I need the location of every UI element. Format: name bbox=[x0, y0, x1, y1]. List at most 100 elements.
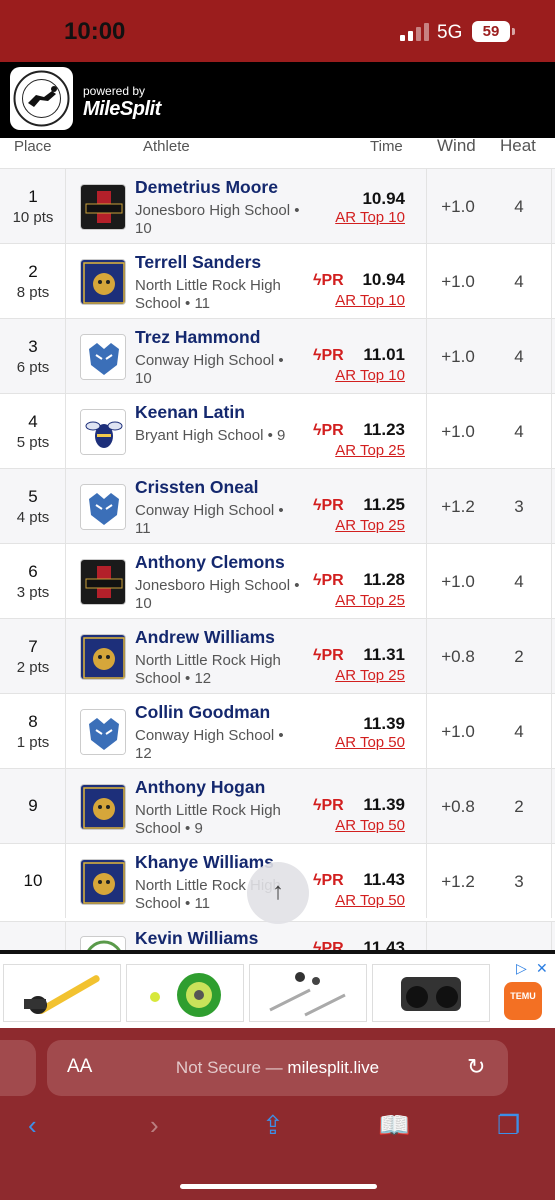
pr-badge: ϟPR bbox=[313, 272, 344, 289]
bookmarks-icon[interactable]: 📖 bbox=[378, 1110, 410, 1141]
athlete-name-link[interactable]: Keenan Latin bbox=[135, 402, 245, 423]
rank-link[interactable]: AR Top 10 bbox=[335, 367, 405, 384]
arrow-up-icon: ↑ bbox=[272, 878, 284, 905]
athlete-name-link[interactable]: Kevin Williams bbox=[135, 928, 258, 949]
temu-logo[interactable]: TEMU bbox=[504, 982, 542, 1020]
ad-close-icon[interactable]: ✕ bbox=[536, 960, 548, 977]
wind-heat-cell bbox=[426, 922, 552, 950]
previous-tab-preview[interactable] bbox=[0, 1040, 36, 1096]
wind-heat-cell: +1.0 4 bbox=[426, 169, 552, 243]
ad-product-yoyo[interactable] bbox=[126, 964, 244, 1022]
conway-logo[interactable] bbox=[80, 709, 126, 755]
table-row[interactable]: 1 10 pts Demetrius Moore Jonesboro High … bbox=[0, 168, 555, 243]
place-cell: 6 3 pts bbox=[0, 544, 66, 618]
place-number: 10 bbox=[23, 871, 43, 890]
table-row-partial[interactable]: Kevin Williams ϟPR 11.43 bbox=[0, 921, 555, 950]
address-bar[interactable]: AA Not Secure — milesplit.live ↻ bbox=[47, 1040, 508, 1096]
pr-badge: ϟPR bbox=[313, 497, 344, 514]
conway-logo[interactable] bbox=[80, 484, 126, 530]
pr-badge: ϟPR bbox=[313, 797, 344, 814]
ad-choices-icon[interactable]: ▷ bbox=[516, 960, 527, 977]
rank-link[interactable]: AR Top 10 bbox=[335, 292, 405, 309]
share-icon[interactable]: ⇪ bbox=[262, 1110, 284, 1141]
table-row[interactable]: 5 4 pts Crissten Oneal Conway High Schoo… bbox=[0, 468, 555, 543]
pr-badge: ϟPR bbox=[313, 647, 344, 664]
athlete-name-link[interactable]: Crissten Oneal bbox=[135, 477, 259, 498]
rank-link[interactable]: AR Top 25 bbox=[335, 517, 405, 534]
athlete-school: North Little Rock High School • 11 bbox=[135, 277, 281, 312]
place-points: 3 pts bbox=[16, 584, 50, 601]
athlete-school: Jonesboro High School • 10 bbox=[135, 202, 300, 237]
clock: 10:00 bbox=[64, 18, 126, 45]
result-time: 11.39 bbox=[363, 795, 405, 814]
athlete-school: Jonesboro High School • 10 bbox=[135, 577, 300, 612]
athlete-name-link[interactable]: Terrell Sanders bbox=[135, 252, 261, 273]
conway-logo[interactable] bbox=[80, 334, 126, 380]
table-row[interactable]: 4 5 pts Keenan Latin Bryant High School … bbox=[0, 393, 555, 468]
place-number: 3 bbox=[28, 337, 38, 356]
athlete-name-link[interactable]: Collin Goodman bbox=[135, 702, 270, 723]
athlete-name-link[interactable]: Demetrius Moore bbox=[135, 177, 278, 198]
url-text[interactable]: Not Secure — milesplit.live bbox=[47, 1058, 508, 1078]
pr-badge: ϟPR bbox=[313, 572, 344, 589]
table-row[interactable]: 7 2 pts Andrew Williams North Little Roc… bbox=[0, 618, 555, 693]
table-row[interactable]: 2 8 pts Terrell Sanders North Little Roc… bbox=[0, 243, 555, 318]
athlete-name-link[interactable]: Trez Hammond bbox=[135, 327, 260, 348]
athlete-name-link[interactable]: Anthony Hogan bbox=[135, 777, 265, 798]
col-time: Time bbox=[370, 138, 403, 155]
table-row[interactable]: 8 1 pts Collin Goodman Conway High Schoo… bbox=[0, 693, 555, 768]
wind-heat-cell: +0.8 2 bbox=[426, 619, 552, 693]
table-row[interactable]: 9 Anthony Hogan North Little Rock High S… bbox=[0, 768, 555, 843]
north-little-rock-logo[interactable] bbox=[80, 859, 126, 905]
rank-link[interactable]: AR Top 10 bbox=[335, 209, 405, 226]
ad-product-binoculars[interactable] bbox=[372, 964, 490, 1022]
place-cell: 9 bbox=[0, 769, 66, 843]
north-little-rock-logo[interactable] bbox=[80, 634, 126, 680]
wind-value: +0.8 bbox=[441, 647, 475, 666]
athlete-name-link[interactable]: Khanye Williams bbox=[135, 852, 274, 873]
rank-link[interactable]: AR Top 50 bbox=[335, 734, 405, 751]
ad-product-steering-lock[interactable] bbox=[3, 964, 121, 1022]
athlete-school: North Little Rock High School • 9 bbox=[135, 802, 281, 837]
wind-heat-cell: +1.0 4 bbox=[426, 244, 552, 318]
association-logo[interactable] bbox=[10, 67, 73, 130]
table-row[interactable]: 3 6 pts Trez Hammond Conway High School … bbox=[0, 318, 555, 393]
rank-link[interactable]: AR Top 25 bbox=[335, 667, 405, 684]
athlete-name-link[interactable]: Andrew Williams bbox=[135, 627, 275, 648]
north-little-rock-logo[interactable] bbox=[80, 784, 126, 830]
ad-product-tools[interactable] bbox=[249, 964, 367, 1022]
bryant-logo[interactable] bbox=[80, 409, 126, 455]
ad-banner[interactable]: ▷ ✕ TEMU bbox=[0, 950, 555, 1028]
jonesboro-logo[interactable] bbox=[80, 184, 126, 230]
result-time: 10.94 bbox=[362, 270, 405, 289]
wind-value: +1.2 bbox=[441, 872, 475, 891]
jonesboro-logo[interactable] bbox=[80, 559, 126, 605]
wind-heat-cell: +0.8 2 bbox=[426, 769, 552, 843]
place-cell: 7 2 pts bbox=[0, 619, 66, 693]
rank-link[interactable]: AR Top 50 bbox=[335, 817, 405, 834]
rank-link[interactable]: AR Top 25 bbox=[335, 592, 405, 609]
heat-value: 4 bbox=[514, 272, 524, 291]
home-indicator[interactable] bbox=[180, 1184, 377, 1189]
domain-label: milesplit.live bbox=[287, 1058, 380, 1077]
place-cell: 4 5 pts bbox=[0, 394, 66, 468]
wind-heat-cell: +1.2 3 bbox=[426, 469, 552, 543]
reload-icon[interactable]: ↻ bbox=[467, 1054, 485, 1080]
scroll-to-top-button[interactable]: ↑ bbox=[247, 862, 309, 924]
rank-link[interactable]: AR Top 25 bbox=[335, 442, 405, 459]
rank-link[interactable]: AR Top 50 bbox=[335, 892, 405, 909]
result-time: 11.31 bbox=[363, 645, 405, 664]
wind-heat-cell: +1.0 4 bbox=[426, 544, 552, 618]
tabs-icon[interactable]: ❐ bbox=[497, 1110, 520, 1141]
table-row[interactable]: 6 3 pts Anthony Clemons Jonesboro High S… bbox=[0, 543, 555, 618]
north-little-rock-logo[interactable] bbox=[80, 259, 126, 305]
back-icon[interactable]: ‹ bbox=[28, 1110, 37, 1141]
athlete-name-link[interactable]: Anthony Clemons bbox=[135, 552, 285, 573]
milesplit-logo[interactable]: MileSplit bbox=[83, 98, 161, 121]
place-number: 6 bbox=[28, 562, 38, 581]
forward-icon[interactable]: › bbox=[150, 1110, 159, 1141]
result-time: 11.43 bbox=[363, 938, 405, 950]
wind-value: +1.0 bbox=[441, 572, 475, 591]
athlete-school: Conway High School • 10 bbox=[135, 352, 284, 387]
school-logo-partial bbox=[80, 936, 126, 950]
